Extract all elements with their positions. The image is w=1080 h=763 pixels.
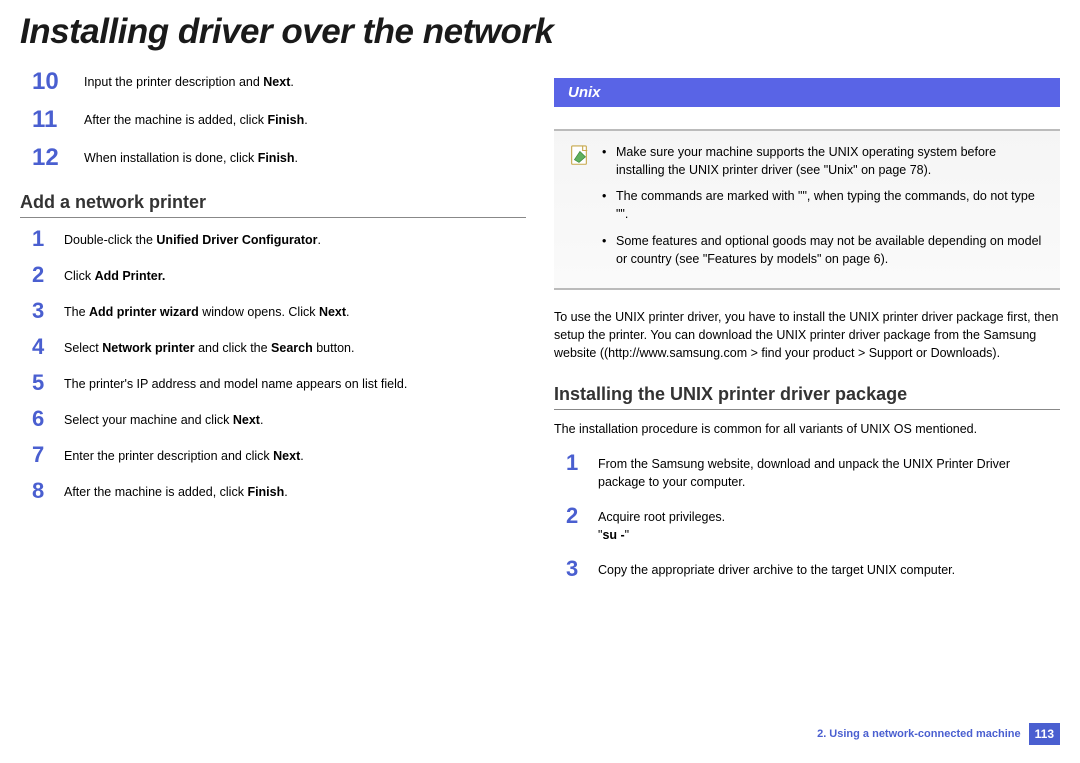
step-text: After the machine is added, click Finish…: [64, 480, 288, 502]
unix-install-paragraph: The installation procedure is common for…: [554, 420, 1060, 438]
step-row: 5 The printer's IP address and model name…: [32, 372, 526, 394]
step-number: 7: [32, 444, 50, 466]
step-row: 10 Input the printer description and Next…: [32, 70, 526, 94]
step-number: 5: [32, 372, 50, 394]
note-bullet: Make sure your machine supports the UNIX…: [602, 143, 1046, 179]
step-number: 2: [566, 505, 584, 527]
step-text: Enter the printer description and click …: [64, 444, 304, 466]
step-number: 10: [32, 70, 70, 94]
step-text: Acquire root privileges."su -": [598, 505, 725, 544]
step-text: After the machine is added, click Finish…: [84, 108, 308, 130]
continued-steps: 10 Input the printer description and Next…: [20, 70, 526, 170]
step-row: 2 Click Add Printer.: [32, 264, 526, 286]
note-bullets: Make sure your machine supports the UNIX…: [602, 143, 1046, 276]
step-number: 3: [566, 558, 584, 580]
note-bullet: The commands are marked with "", when ty…: [602, 187, 1046, 223]
step-number: 3: [32, 300, 50, 322]
unix-intro-paragraph: To use the UNIX printer driver, you have…: [554, 308, 1060, 362]
step-row: 1 Double-click the Unified Driver Configu…: [32, 228, 526, 250]
step-text: Double-click the Unified Driver Configur…: [64, 228, 321, 250]
step-text: Select Network printer and click the Sea…: [64, 336, 354, 358]
page-title: Installing driver over the network: [0, 0, 1080, 60]
step-text: The Add printer wizard window opens. Cli…: [64, 300, 350, 322]
step-row: 2 Acquire root privileges."su -": [566, 505, 1060, 544]
step-number: 1: [566, 452, 584, 474]
subheading-add-network-printer: Add a network printer: [20, 192, 526, 218]
note-box: Make sure your machine supports the UNIX…: [554, 129, 1060, 290]
section-bar-unix: Unix: [554, 78, 1060, 107]
step-text: The printer's IP address and model name …: [64, 372, 407, 394]
step-number: 8: [32, 480, 50, 502]
step-row: 12 When installation is done, click Finis…: [32, 146, 526, 170]
page-footer: 2. Using a network-connected machine 113: [817, 723, 1060, 745]
step-number: 2: [32, 264, 50, 286]
footer-chapter: 2. Using a network-connected machine: [817, 728, 1021, 740]
note-bullet: Some features and optional goods may not…: [602, 232, 1046, 268]
step-row: 3 The Add printer wizard window opens. Cl…: [32, 300, 526, 322]
right-column: Unix Make sure your machine supports the…: [554, 60, 1060, 594]
step-row: 3 Copy the appropriate driver archive to …: [566, 558, 1060, 580]
step-number: 1: [32, 228, 50, 250]
step-text: When installation is done, click Finish.: [84, 146, 298, 168]
step-number: 12: [32, 146, 70, 170]
step-text: From the Samsung website, download and u…: [598, 452, 1060, 491]
step-row: 6 Select your machine and click Next.: [32, 408, 526, 430]
step-row: 11 After the machine is added, click Fini…: [32, 108, 526, 132]
step-row: 8 After the machine is added, click Finis…: [32, 480, 526, 502]
content-columns: 10 Input the printer description and Next…: [0, 60, 1080, 594]
step-row: 4 Select Network printer and click the Se…: [32, 336, 526, 358]
step-number: 6: [32, 408, 50, 430]
step-text: Click Add Printer.: [64, 264, 165, 286]
footer-page-number: 113: [1029, 723, 1060, 745]
add-printer-steps: 1 Double-click the Unified Driver Configu…: [20, 228, 526, 502]
step-number: 4: [32, 336, 50, 358]
step-text: Copy the appropriate driver archive to t…: [598, 558, 955, 580]
note-icon: [568, 143, 590, 169]
unix-install-steps: 1 From the Samsung website, download and …: [554, 452, 1060, 580]
step-row: 7 Enter the printer description and click…: [32, 444, 526, 466]
step-number: 11: [32, 108, 70, 132]
step-text: Input the printer description and Next.: [84, 70, 294, 92]
step-text: Select your machine and click Next.: [64, 408, 263, 430]
subheading-install-unix-package: Installing the UNIX printer driver packa…: [554, 384, 1060, 410]
left-column: 10 Input the printer description and Next…: [20, 60, 526, 594]
step-row: 1 From the Samsung website, download and …: [566, 452, 1060, 491]
